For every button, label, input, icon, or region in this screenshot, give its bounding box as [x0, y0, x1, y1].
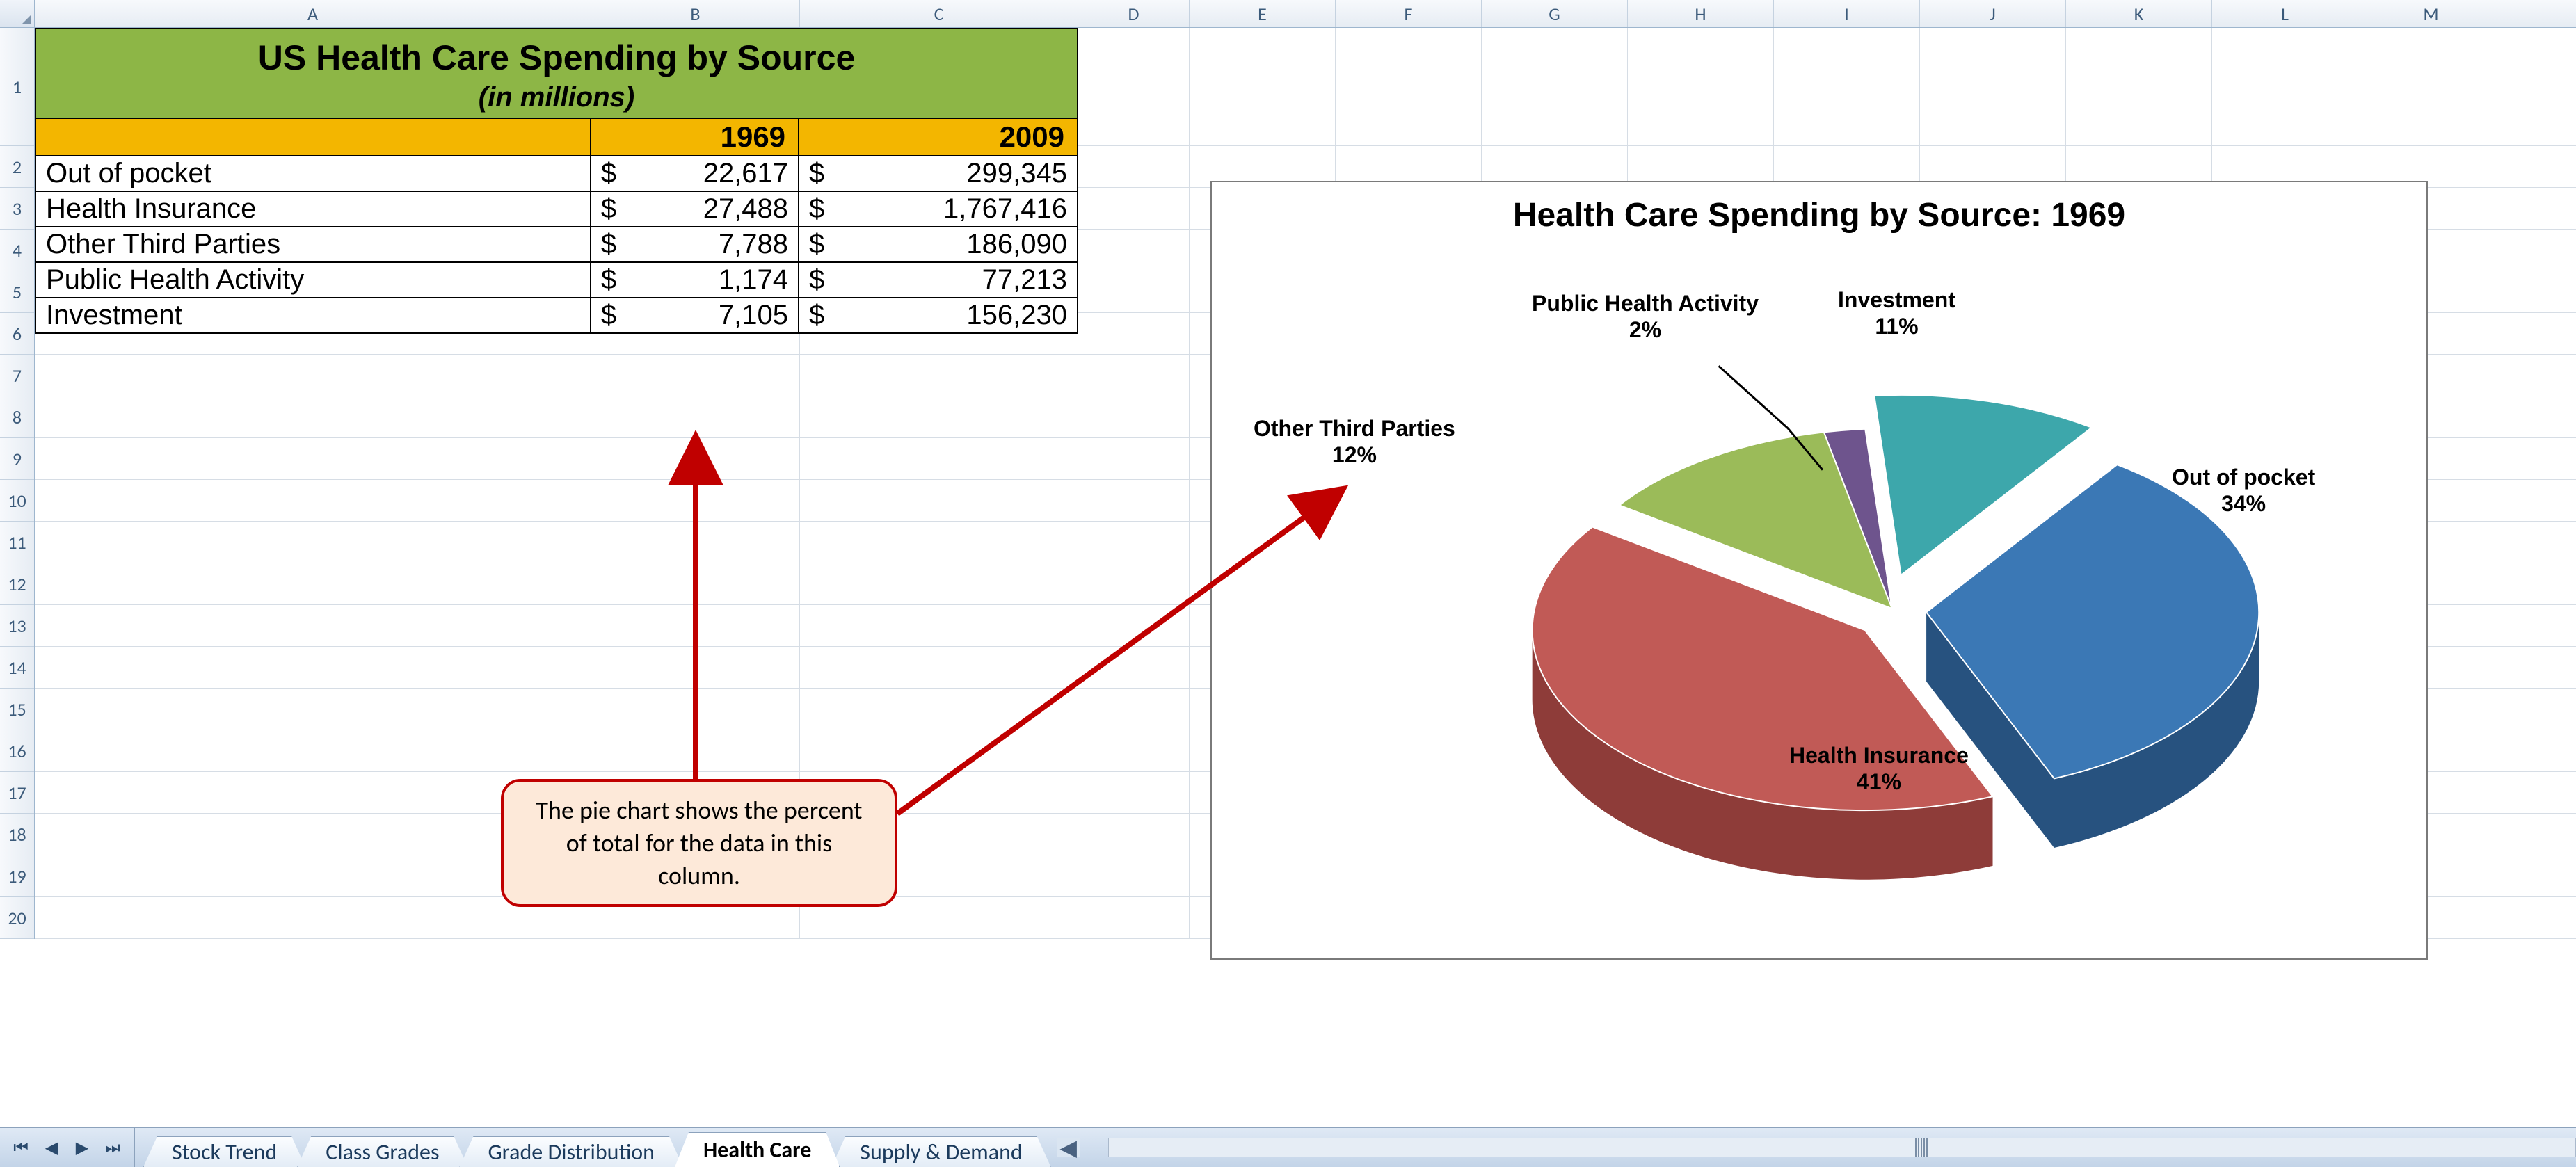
- col-header-E[interactable]: E: [1190, 0, 1336, 27]
- table-subtitle: (in millions): [36, 82, 1077, 113]
- row-label[interactable]: Public Health Activity: [36, 263, 591, 297]
- cell-2009[interactable]: $186,090: [799, 227, 1077, 261]
- col-header-G[interactable]: G: [1482, 0, 1628, 27]
- row-header-20[interactable]: 20: [0, 897, 34, 939]
- col-header-I[interactable]: I: [1774, 0, 1920, 27]
- cell-2009[interactable]: $299,345: [799, 156, 1077, 191]
- horizontal-scrollbar[interactable]: [1108, 1138, 2576, 1157]
- cell-2009[interactable]: $1,767,416: [799, 192, 1077, 226]
- sheet-tab-class-grades[interactable]: Class Grades: [297, 1136, 467, 1167]
- cell-1969[interactable]: $7,788: [591, 227, 799, 261]
- col-header-J[interactable]: J: [1920, 0, 2066, 27]
- row-header-18[interactable]: 18: [0, 814, 34, 855]
- col-header-H[interactable]: H: [1628, 0, 1774, 27]
- col-header-D[interactable]: D: [1078, 0, 1190, 27]
- sheet-tabs: Stock TrendClass GradesGrade Distributio…: [135, 1128, 1043, 1167]
- data-table: US Health Care Spending by Source (in mi…: [35, 28, 1078, 334]
- table-title: US Health Care Spending by Source: [36, 38, 1077, 78]
- row-header-2[interactable]: 2: [0, 146, 34, 188]
- row-label[interactable]: Investment: [36, 298, 591, 332]
- tab-nav-prev-icon[interactable]: ◀: [36, 1132, 67, 1163]
- col-header-L[interactable]: L: [2212, 0, 2358, 27]
- row-label[interactable]: Other Third Parties: [36, 227, 591, 261]
- callout-text: The pie chart shows the percent of total…: [536, 795, 863, 891]
- header-blank[interactable]: [36, 119, 591, 155]
- row-header-5[interactable]: 5: [0, 271, 34, 313]
- sheet-tab-supply-demand[interactable]: Supply & Demand: [831, 1136, 1050, 1167]
- row-header-1[interactable]: 1: [0, 28, 34, 146]
- pie-label-public-health-activity: Public Health Activity2%: [1532, 290, 1759, 344]
- pie-label-investment: Investment11%: [1838, 287, 1955, 340]
- pie-label-health-insurance: Health Insurance41%: [1789, 742, 1969, 796]
- table-row: Out of pocket$22,617$299,345: [35, 156, 1078, 192]
- row-header-9[interactable]: 9: [0, 438, 34, 480]
- table-title-cell[interactable]: US Health Care Spending by Source (in mi…: [35, 28, 1078, 119]
- tab-nav-first-icon[interactable]: ⏮: [6, 1132, 36, 1163]
- table-row: Health Insurance$27,488$1,767,416: [35, 192, 1078, 227]
- table-row: Public Health Activity$1,174$77,213: [35, 263, 1078, 298]
- pie-label-other-third-parties: Other Third Parties12%: [1254, 415, 1455, 469]
- row-header-6[interactable]: 6: [0, 313, 34, 355]
- row-header-10[interactable]: 10: [0, 480, 34, 522]
- row-header-16[interactable]: 16: [0, 730, 34, 772]
- cell-1969[interactable]: $7,105: [591, 298, 799, 332]
- row-header-3[interactable]: 3: [0, 188, 34, 230]
- sheet-tab-stock-trend[interactable]: Stock Trend: [143, 1136, 305, 1167]
- tab-nav-buttons: ⏮ ◀ ▶ ⏭: [0, 1128, 135, 1167]
- cell-1969[interactable]: $22,617: [591, 156, 799, 191]
- col-header-F[interactable]: F: [1336, 0, 1482, 27]
- scroll-grip-icon[interactable]: [1915, 1138, 1929, 1157]
- cell-1969[interactable]: $27,488: [591, 192, 799, 226]
- row-header-4[interactable]: 4: [0, 230, 34, 271]
- header-1969[interactable]: 1969: [591, 119, 799, 155]
- header-2009[interactable]: 2009: [799, 119, 1077, 155]
- sheet-tab-bar: ⏮ ◀ ▶ ⏭ Stock TrendClass GradesGrade Dis…: [0, 1127, 2576, 1167]
- row-header-19[interactable]: 19: [0, 855, 34, 897]
- cell-1969[interactable]: $1,174: [591, 263, 799, 297]
- col-header-C[interactable]: C: [800, 0, 1078, 27]
- tab-nav-last-icon[interactable]: ⏭: [97, 1132, 128, 1163]
- worksheet-area: A B C D E F G H I J K L M 12345678910111…: [0, 0, 2576, 1127]
- select-all-corner[interactable]: [0, 0, 35, 28]
- table-header-row: 1969 2009: [35, 119, 1078, 156]
- row-header-12[interactable]: 12: [0, 563, 34, 605]
- row-header-14[interactable]: 14: [0, 647, 34, 689]
- col-header-A[interactable]: A: [35, 0, 591, 27]
- cell-2009[interactable]: $77,213: [799, 263, 1077, 297]
- row-header-13[interactable]: 13: [0, 605, 34, 647]
- cell-2009[interactable]: $156,230: [799, 298, 1077, 332]
- col-header-B[interactable]: B: [591, 0, 800, 27]
- pie-label-out-of-pocket: Out of pocket34%: [2172, 464, 2315, 517]
- row-header-15[interactable]: 15: [0, 689, 34, 730]
- callout-box: The pie chart shows the percent of total…: [501, 779, 897, 907]
- row-header-11[interactable]: 11: [0, 522, 34, 563]
- table-row: Other Third Parties$7,788$186,090: [35, 227, 1078, 263]
- pie-chart-svg: [1212, 241, 2426, 948]
- tab-nav-next-icon[interactable]: ▶: [67, 1132, 97, 1163]
- table-row: Investment$7,105$156,230: [35, 298, 1078, 334]
- chart-title: Health Care Spending by Source: 1969: [1212, 182, 2426, 241]
- row-label[interactable]: Health Insurance: [36, 192, 591, 226]
- row-header-7[interactable]: 7: [0, 355, 34, 396]
- row-label[interactable]: Out of pocket: [36, 156, 591, 191]
- column-headers: A B C D E F G H I J K L M: [0, 0, 2576, 28]
- sheet-tab-grade-distribution[interactable]: Grade Distribution: [459, 1136, 683, 1167]
- sheet-tab-health-care[interactable]: Health Care: [675, 1132, 840, 1167]
- row-header-17[interactable]: 17: [0, 772, 34, 814]
- hscroll-left-icon[interactable]: ◀: [1057, 1138, 1080, 1157]
- row-headers: 1234567891011121314151617181920: [0, 28, 35, 939]
- col-header-M[interactable]: M: [2358, 0, 2504, 27]
- embedded-chart[interactable]: Health Care Spending by Source: 1969 Out…: [1210, 181, 2428, 960]
- col-header-K[interactable]: K: [2066, 0, 2212, 27]
- row-header-8[interactable]: 8: [0, 396, 34, 438]
- chart-plot-area: Out of pocket34% Health Insurance41% Other…: [1212, 241, 2426, 948]
